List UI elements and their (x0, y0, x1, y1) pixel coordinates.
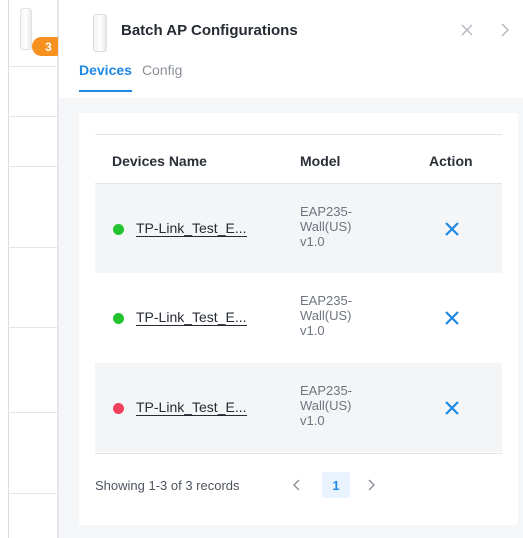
list-row-divider (8, 116, 58, 117)
list-row-divider (8, 166, 58, 167)
app-root: 3 Batch AP Configurations Devices Config… (0, 0, 523, 538)
model-line: v1.0 (300, 323, 325, 338)
remove-icon[interactable] (443, 220, 461, 238)
remove-icon[interactable] (443, 399, 461, 417)
list-row-divider (8, 66, 58, 67)
model-line: EAP235- (300, 204, 353, 219)
list-divider (8, 0, 9, 538)
status-dot-icon (113, 313, 124, 324)
device-image-icon (20, 8, 32, 50)
model-line: Wall(US) (300, 308, 352, 323)
footer-divider (95, 453, 502, 454)
list-row-divider (8, 493, 58, 494)
column-header-action: Action (429, 153, 473, 169)
device-name-link[interactable]: TP-Link_Test_E... (136, 309, 247, 326)
panel-title: Batch AP Configurations (121, 22, 298, 39)
device-model: EAP235- Wall(US) v1.0 (300, 383, 380, 428)
remove-icon[interactable] (443, 309, 461, 327)
device-model: EAP235- Wall(US) v1.0 (300, 204, 380, 249)
device-list-background (0, 0, 58, 538)
pagination-summary: Showing 1-3 of 3 records (95, 478, 240, 493)
page-button-current[interactable]: 1 (322, 472, 350, 498)
list-row-divider (8, 412, 58, 413)
column-header-name: Devices Name (112, 153, 207, 169)
devices-card: Devices Name Model Action TP-Link_Test_E… (79, 113, 518, 525)
status-dot-icon (113, 224, 124, 235)
chevron-left-icon[interactable] (289, 475, 305, 495)
close-icon[interactable] (457, 20, 477, 40)
model-line: Wall(US) (300, 398, 352, 413)
batch-config-panel: Batch AP Configurations Devices Config D… (58, 0, 523, 538)
tab-devices[interactable]: Devices (79, 62, 132, 92)
list-row-divider (8, 247, 58, 248)
tab-config[interactable]: Config (142, 62, 182, 92)
list-row-divider (8, 327, 58, 328)
device-model: EAP235- Wall(US) v1.0 (300, 293, 380, 338)
ap-device-icon (93, 14, 107, 52)
chevron-right-icon[interactable] (363, 475, 379, 495)
panel-tabs: Devices Config (79, 62, 192, 92)
status-dot-icon (113, 403, 124, 414)
chevron-right-icon[interactable] (495, 20, 515, 40)
column-header-model: Model (300, 153, 341, 169)
model-line: v1.0 (300, 413, 325, 428)
device-name-link[interactable]: TP-Link_Test_E... (136, 220, 247, 237)
panel-header: Batch AP Configurations Devices Config (59, 0, 523, 98)
table-row: TP-Link_Test_E... EAP235- Wall(US) v1.0 (95, 184, 502, 273)
model-line: v1.0 (300, 234, 325, 249)
model-line: EAP235- (300, 293, 353, 308)
card-divider (95, 134, 502, 135)
device-name-link[interactable]: TP-Link_Test_E... (136, 399, 247, 416)
table-row: TP-Link_Test_E... EAP235- Wall(US) v1.0 (95, 273, 502, 362)
model-line: Wall(US) (300, 219, 352, 234)
model-line: EAP235- (300, 383, 353, 398)
table-row: TP-Link_Test_E... EAP235- Wall(US) v1.0 (95, 363, 502, 452)
